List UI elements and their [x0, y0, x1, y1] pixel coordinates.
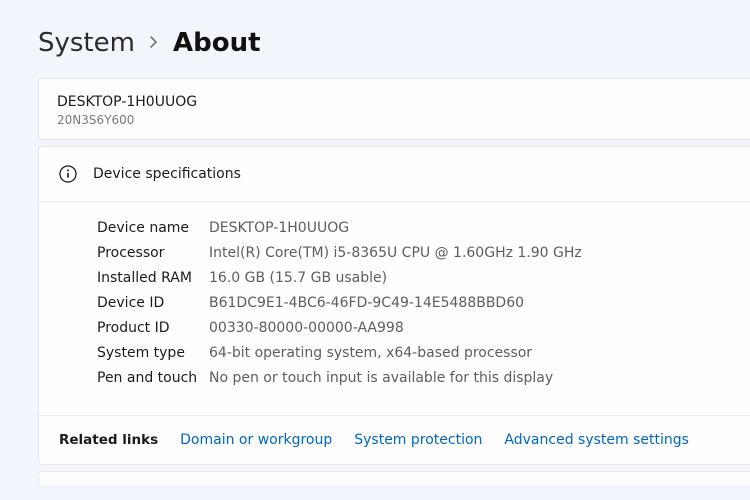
- spec-value: 64-bit operating system, x64-based proce…: [209, 345, 532, 361]
- spec-row: Pen and touch No pen or touch input is a…: [97, 370, 730, 386]
- page-title: About: [173, 28, 261, 58]
- spec-label: Installed RAM: [97, 270, 209, 286]
- spec-row: System type 64-bit operating system, x64…: [97, 345, 730, 361]
- spec-value: No pen or touch input is available for t…: [209, 370, 553, 386]
- spec-row: Installed RAM 16.0 GB (15.7 GB usable): [97, 270, 730, 286]
- spec-value: 00330-80000-00000-AA998: [209, 320, 404, 336]
- specs-header[interactable]: Device specifications: [39, 147, 750, 202]
- device-name-card: DESKTOP-1H0UUOG 20N3S6Y600: [38, 78, 750, 140]
- breadcrumb: System About: [38, 28, 750, 58]
- spec-row: Product ID 00330-80000-00000-AA998: [97, 320, 730, 336]
- related-links: Related links Domain or workgroup System…: [39, 415, 750, 464]
- spec-label: System type: [97, 345, 209, 361]
- link-system-protection[interactable]: System protection: [354, 432, 482, 448]
- chevron-right-icon: [149, 33, 159, 54]
- spec-value: Intel(R) Core(TM) i5-8365U CPU @ 1.60GHz…: [209, 245, 582, 261]
- specs-title: Device specifications: [93, 166, 241, 182]
- breadcrumb-parent[interactable]: System: [38, 28, 135, 58]
- spec-row: Device ID B61DC9E1-4BC6-46FD-9C49-14E548…: [97, 295, 730, 311]
- link-domain-or-workgroup[interactable]: Domain or workgroup: [180, 432, 332, 448]
- spec-label: Pen and touch: [97, 370, 209, 386]
- spec-label: Product ID: [97, 320, 209, 336]
- specs-body: Device name DESKTOP-1H0UUOG Processor In…: [39, 202, 750, 415]
- info-icon: [59, 165, 77, 183]
- spec-value: B61DC9E1-4BC6-46FD-9C49-14E5488BBD60: [209, 295, 524, 311]
- spec-label: Device name: [97, 220, 209, 236]
- device-model-value: 20N3S6Y600: [57, 113, 732, 127]
- device-specifications-card[interactable]: Device specifications Device name DESKTO…: [38, 146, 750, 465]
- next-card-stub: [38, 471, 750, 485]
- spec-value: 16.0 GB (15.7 GB usable): [209, 270, 387, 286]
- spec-value: DESKTOP-1H0UUOG: [209, 220, 349, 236]
- link-advanced-system-settings[interactable]: Advanced system settings: [504, 432, 689, 448]
- spec-label: Processor: [97, 245, 209, 261]
- spec-row: Processor Intel(R) Core(TM) i5-8365U CPU…: [97, 245, 730, 261]
- spec-row: Device name DESKTOP-1H0UUOG: [97, 220, 730, 236]
- related-links-label: Related links: [59, 432, 158, 448]
- device-name-value: DESKTOP-1H0UUOG: [57, 93, 732, 111]
- spec-label: Device ID: [97, 295, 209, 311]
